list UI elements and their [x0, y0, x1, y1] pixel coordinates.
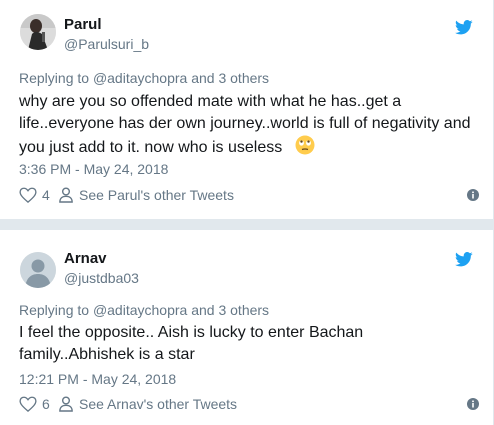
- info-icon[interactable]: [467, 189, 479, 201]
- replying-to: Replying to @aditaychopra and 3 others: [19, 302, 269, 318]
- user-handle[interactable]: @justdba03: [64, 270, 139, 286]
- see-other-tweets-link[interactable]: See Arnav's other Tweets: [59, 396, 237, 412]
- replying-others-link[interactable]: and 3 others: [187, 70, 269, 86]
- see-other-tweets-label: See Arnav's other Tweets: [79, 396, 238, 412]
- user-name[interactable]: Parul: [64, 16, 102, 33]
- replying-to: Replying to @aditaychopra and 3 others: [19, 70, 269, 86]
- person-icon: [59, 396, 73, 412]
- tweet-text-line: life..everyone has der own journey..worl…: [19, 115, 471, 132]
- info-icon[interactable]: [467, 398, 479, 410]
- avatar-photo: [20, 14, 56, 50]
- like-count: 4: [42, 187, 50, 203]
- heart-icon: [19, 396, 37, 412]
- tweet-text-line: family..Abhishek is a star: [19, 346, 195, 363]
- avatar[interactable]: [20, 14, 56, 50]
- tweet-actions: 4 See Parul's other Tweets: [19, 187, 479, 207]
- like-button[interactable]: 6: [19, 396, 50, 412]
- twitter-bird-icon[interactable]: [455, 20, 473, 35]
- like-button[interactable]: 4: [19, 187, 50, 203]
- replying-user-link[interactable]: @aditaychopra: [93, 70, 187, 86]
- replying-prefix: Replying to: [19, 302, 93, 318]
- tweet-text: I feel the opposite.. Aish is lucky to e…: [19, 322, 479, 366]
- person-icon: [59, 187, 73, 203]
- see-other-tweets-label: See Parul's other Tweets: [79, 187, 234, 203]
- tweet-text-line: I feel the opposite.. Aish is lucky to e…: [19, 324, 364, 341]
- heart-icon: [19, 187, 37, 203]
- tweet-text-line: you just add to it. now who is useless: [19, 135, 479, 159]
- default-avatar-icon: [20, 252, 56, 288]
- see-other-tweets-link[interactable]: See Parul's other Tweets: [59, 187, 234, 203]
- tweet-card: Parul @Parulsuri_b Replying to @aditaych…: [0, 0, 494, 219]
- tweet-card: Arnav @justdba03 Replying to @aditaychop…: [0, 230, 494, 425]
- replying-user-link[interactable]: @aditaychopra: [93, 302, 187, 318]
- avatar[interactable]: [20, 252, 56, 288]
- replying-others-link[interactable]: and 3 others: [187, 302, 269, 318]
- user-handle[interactable]: @Parulsuri_b: [64, 36, 149, 52]
- twitter-bird-icon[interactable]: [455, 252, 473, 267]
- tweet-text: why are you so offended mate with what h…: [19, 91, 479, 159]
- tweet-text-line: why are you so offended mate with what h…: [19, 93, 402, 110]
- user-name[interactable]: Arnav: [64, 250, 107, 267]
- like-count: 6: [42, 396, 50, 412]
- timestamp[interactable]: 3:36 PM - May 24, 2018: [19, 161, 168, 177]
- face-with-rolling-eyes-icon: [295, 135, 315, 155]
- replying-prefix: Replying to: [19, 70, 93, 86]
- tweet-actions: 6 See Arnav's other Tweets: [19, 396, 479, 416]
- timestamp[interactable]: 12:21 PM - May 24, 2018: [19, 371, 176, 387]
